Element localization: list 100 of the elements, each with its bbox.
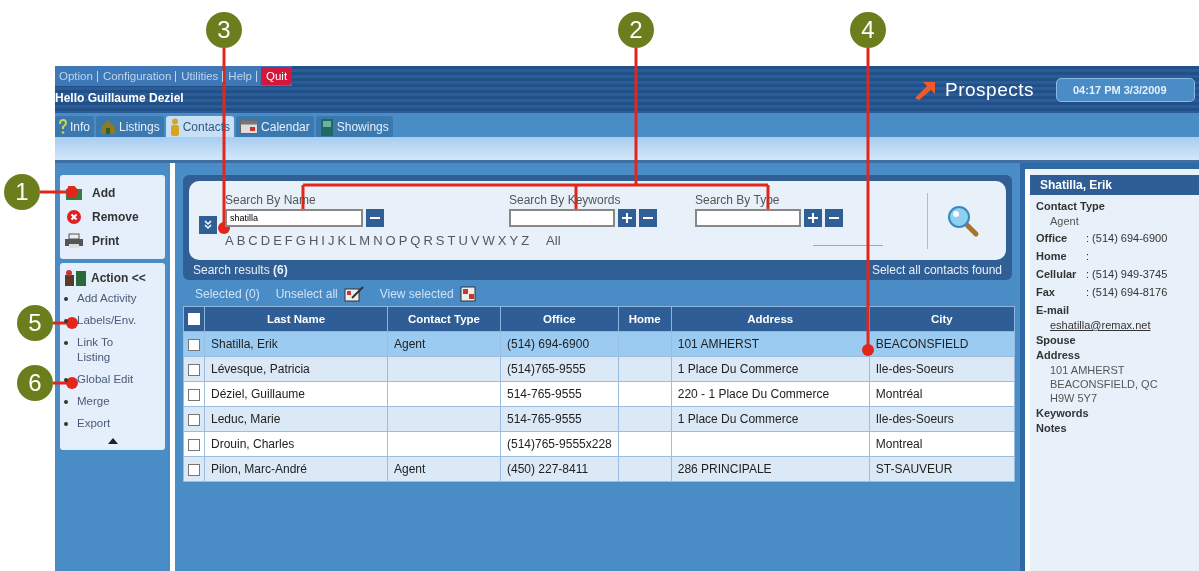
table-cell: (514) 694-6900 — [500, 331, 619, 357]
row-checkbox[interactable] — [188, 463, 200, 476]
letter-link[interactable]: Q — [410, 233, 421, 248]
quit-link[interactable]: Quit — [261, 67, 293, 85]
letter-link[interactable]: Y — [509, 233, 519, 248]
action-link[interactable]: Merge — [77, 394, 110, 409]
select-all-link[interactable]: Select all contacts found — [871, 263, 1002, 277]
name-search-field[interactable]: shatilla — [225, 209, 363, 227]
letter-link[interactable]: D — [260, 233, 271, 248]
tab[interactable]: Calendar — [236, 116, 314, 137]
letter-link[interactable]: Z — [521, 233, 530, 248]
action-link[interactable]: Export — [77, 416, 111, 431]
select-all-checkbox[interactable] — [188, 313, 200, 326]
unselect-icon[interactable] — [343, 286, 364, 302]
date-time: 04:17 PM 3/3/2009 — [1056, 77, 1195, 102]
callout-number: 4 — [850, 12, 886, 48]
minus-button[interactable] — [366, 209, 384, 227]
row-checkbox[interactable] — [188, 438, 200, 451]
field-label: Notes — [1036, 422, 1068, 434]
letter-link[interactable]: T — [447, 233, 456, 248]
letter-link[interactable]: P — [398, 233, 408, 248]
column-header[interactable]: Home — [618, 306, 672, 332]
tab[interactable]: Listings — [96, 116, 164, 137]
tab[interactable]: Showings — [315, 116, 393, 137]
view-selected-icon[interactable] — [459, 286, 476, 302]
table-cell: Drouin, Charles — [204, 431, 388, 457]
search-icon[interactable] — [946, 203, 980, 238]
tab[interactable]: Info — [55, 116, 94, 137]
row-checkbox[interactable] — [188, 338, 200, 351]
table-cell: 220 - 1 Place Du Commerce — [671, 381, 870, 407]
letter-link[interactable]: J — [327, 233, 335, 248]
leader-line — [40, 186, 78, 198]
column-header[interactable]: Contact Type — [387, 306, 501, 332]
action-link[interactable]: Link To Listing — [77, 335, 144, 365]
letter-link[interactable]: K — [337, 233, 347, 248]
callout-number: 3 — [206, 12, 242, 48]
field-value: BEACONSFIELD, QC — [1049, 378, 1159, 390]
table-cell: 514-765-9555 — [500, 381, 619, 407]
letter-link[interactable]: A — [225, 233, 234, 248]
type-search-field[interactable] — [695, 209, 801, 227]
leader-line — [53, 377, 78, 389]
letter-link[interactable]: S — [435, 233, 445, 248]
letter-link[interactable]: X — [497, 233, 507, 248]
callout-number: 1 — [4, 174, 40, 210]
column-header[interactable]: Last Name — [204, 306, 388, 332]
table-cell: Pilon, Marc-André — [204, 456, 388, 482]
row-checkbox[interactable] — [188, 388, 200, 401]
search-results-count: Search results (6) — [193, 263, 288, 277]
field-value: 101 AMHERST — [1049, 364, 1126, 376]
action-link[interactable]: Labels/Env. — [77, 313, 137, 328]
field-label: Contact Type — [1036, 200, 1106, 212]
field-label: Office — [1036, 232, 1069, 244]
table-cell: 286 PRINCIPALE — [671, 456, 870, 482]
action-link[interactable]: Add Activity — [77, 291, 137, 306]
table-cell: (514)765-9555 — [500, 356, 619, 382]
action-menu-toggle[interactable]: Action << — [64, 269, 161, 287]
letter-link[interactable]: N — [373, 233, 383, 248]
action-link[interactable]: Print — [64, 229, 161, 253]
table-cell: 514-765-9555 — [500, 406, 619, 432]
field-label: Home — [1036, 250, 1068, 262]
selected-count: Selected (0) — [195, 287, 260, 301]
collapse-arrow-icon[interactable] — [107, 438, 118, 444]
remove-icon — [64, 209, 84, 225]
letter-link[interactable]: E — [273, 233, 282, 248]
plus-button[interactable] — [618, 209, 636, 227]
action-link[interactable]: Global Edit — [77, 372, 134, 387]
field-value: H9W 5Y7 — [1049, 392, 1099, 404]
person-icon — [169, 117, 180, 136]
letter-link[interactable]: R — [423, 233, 433, 248]
letter-link[interactable]: H — [308, 233, 319, 248]
table-cell: 1 Place Du Commerce — [671, 406, 870, 432]
minus-button[interactable] — [825, 209, 843, 227]
expand-button[interactable] — [199, 215, 217, 234]
greeting: Hello Guillaume Deziel — [55, 91, 185, 105]
letter-link[interactable]: W — [482, 233, 495, 248]
letter-link[interactable]: I — [321, 233, 325, 248]
row-checkbox[interactable] — [188, 413, 200, 426]
letter-link[interactable]: F — [284, 233, 293, 248]
column-header[interactable]: Address — [671, 306, 870, 332]
letter-link[interactable]: V — [470, 233, 480, 248]
all-link[interactable]: All — [546, 233, 561, 248]
action-link[interactable]: Remove — [64, 205, 161, 229]
column-header[interactable]: Office — [500, 306, 619, 332]
minus-button[interactable] — [639, 209, 657, 227]
plus-button[interactable] — [804, 209, 822, 227]
letter-link[interactable]: M — [359, 233, 371, 248]
field-label: Keywords — [1036, 407, 1090, 419]
field-value: : (514) 949-3745 — [1086, 268, 1168, 280]
letter-link[interactable]: O — [385, 233, 396, 248]
letter-link[interactable]: L — [349, 233, 357, 248]
letter-link[interactable]: G — [295, 233, 306, 248]
letter-link[interactable]: C — [248, 233, 258, 248]
field-label: Address — [1036, 349, 1082, 361]
letter-link[interactable]: U — [458, 233, 468, 248]
row-checkbox[interactable] — [188, 363, 200, 376]
keyword-search-field[interactable] — [509, 209, 615, 227]
letter-link[interactable]: B — [236, 233, 246, 248]
column-header[interactable]: City — [869, 306, 1015, 332]
question-mark-icon — [59, 118, 67, 135]
email-link[interactable]: eshatilla@remax.net — [1050, 319, 1151, 331]
